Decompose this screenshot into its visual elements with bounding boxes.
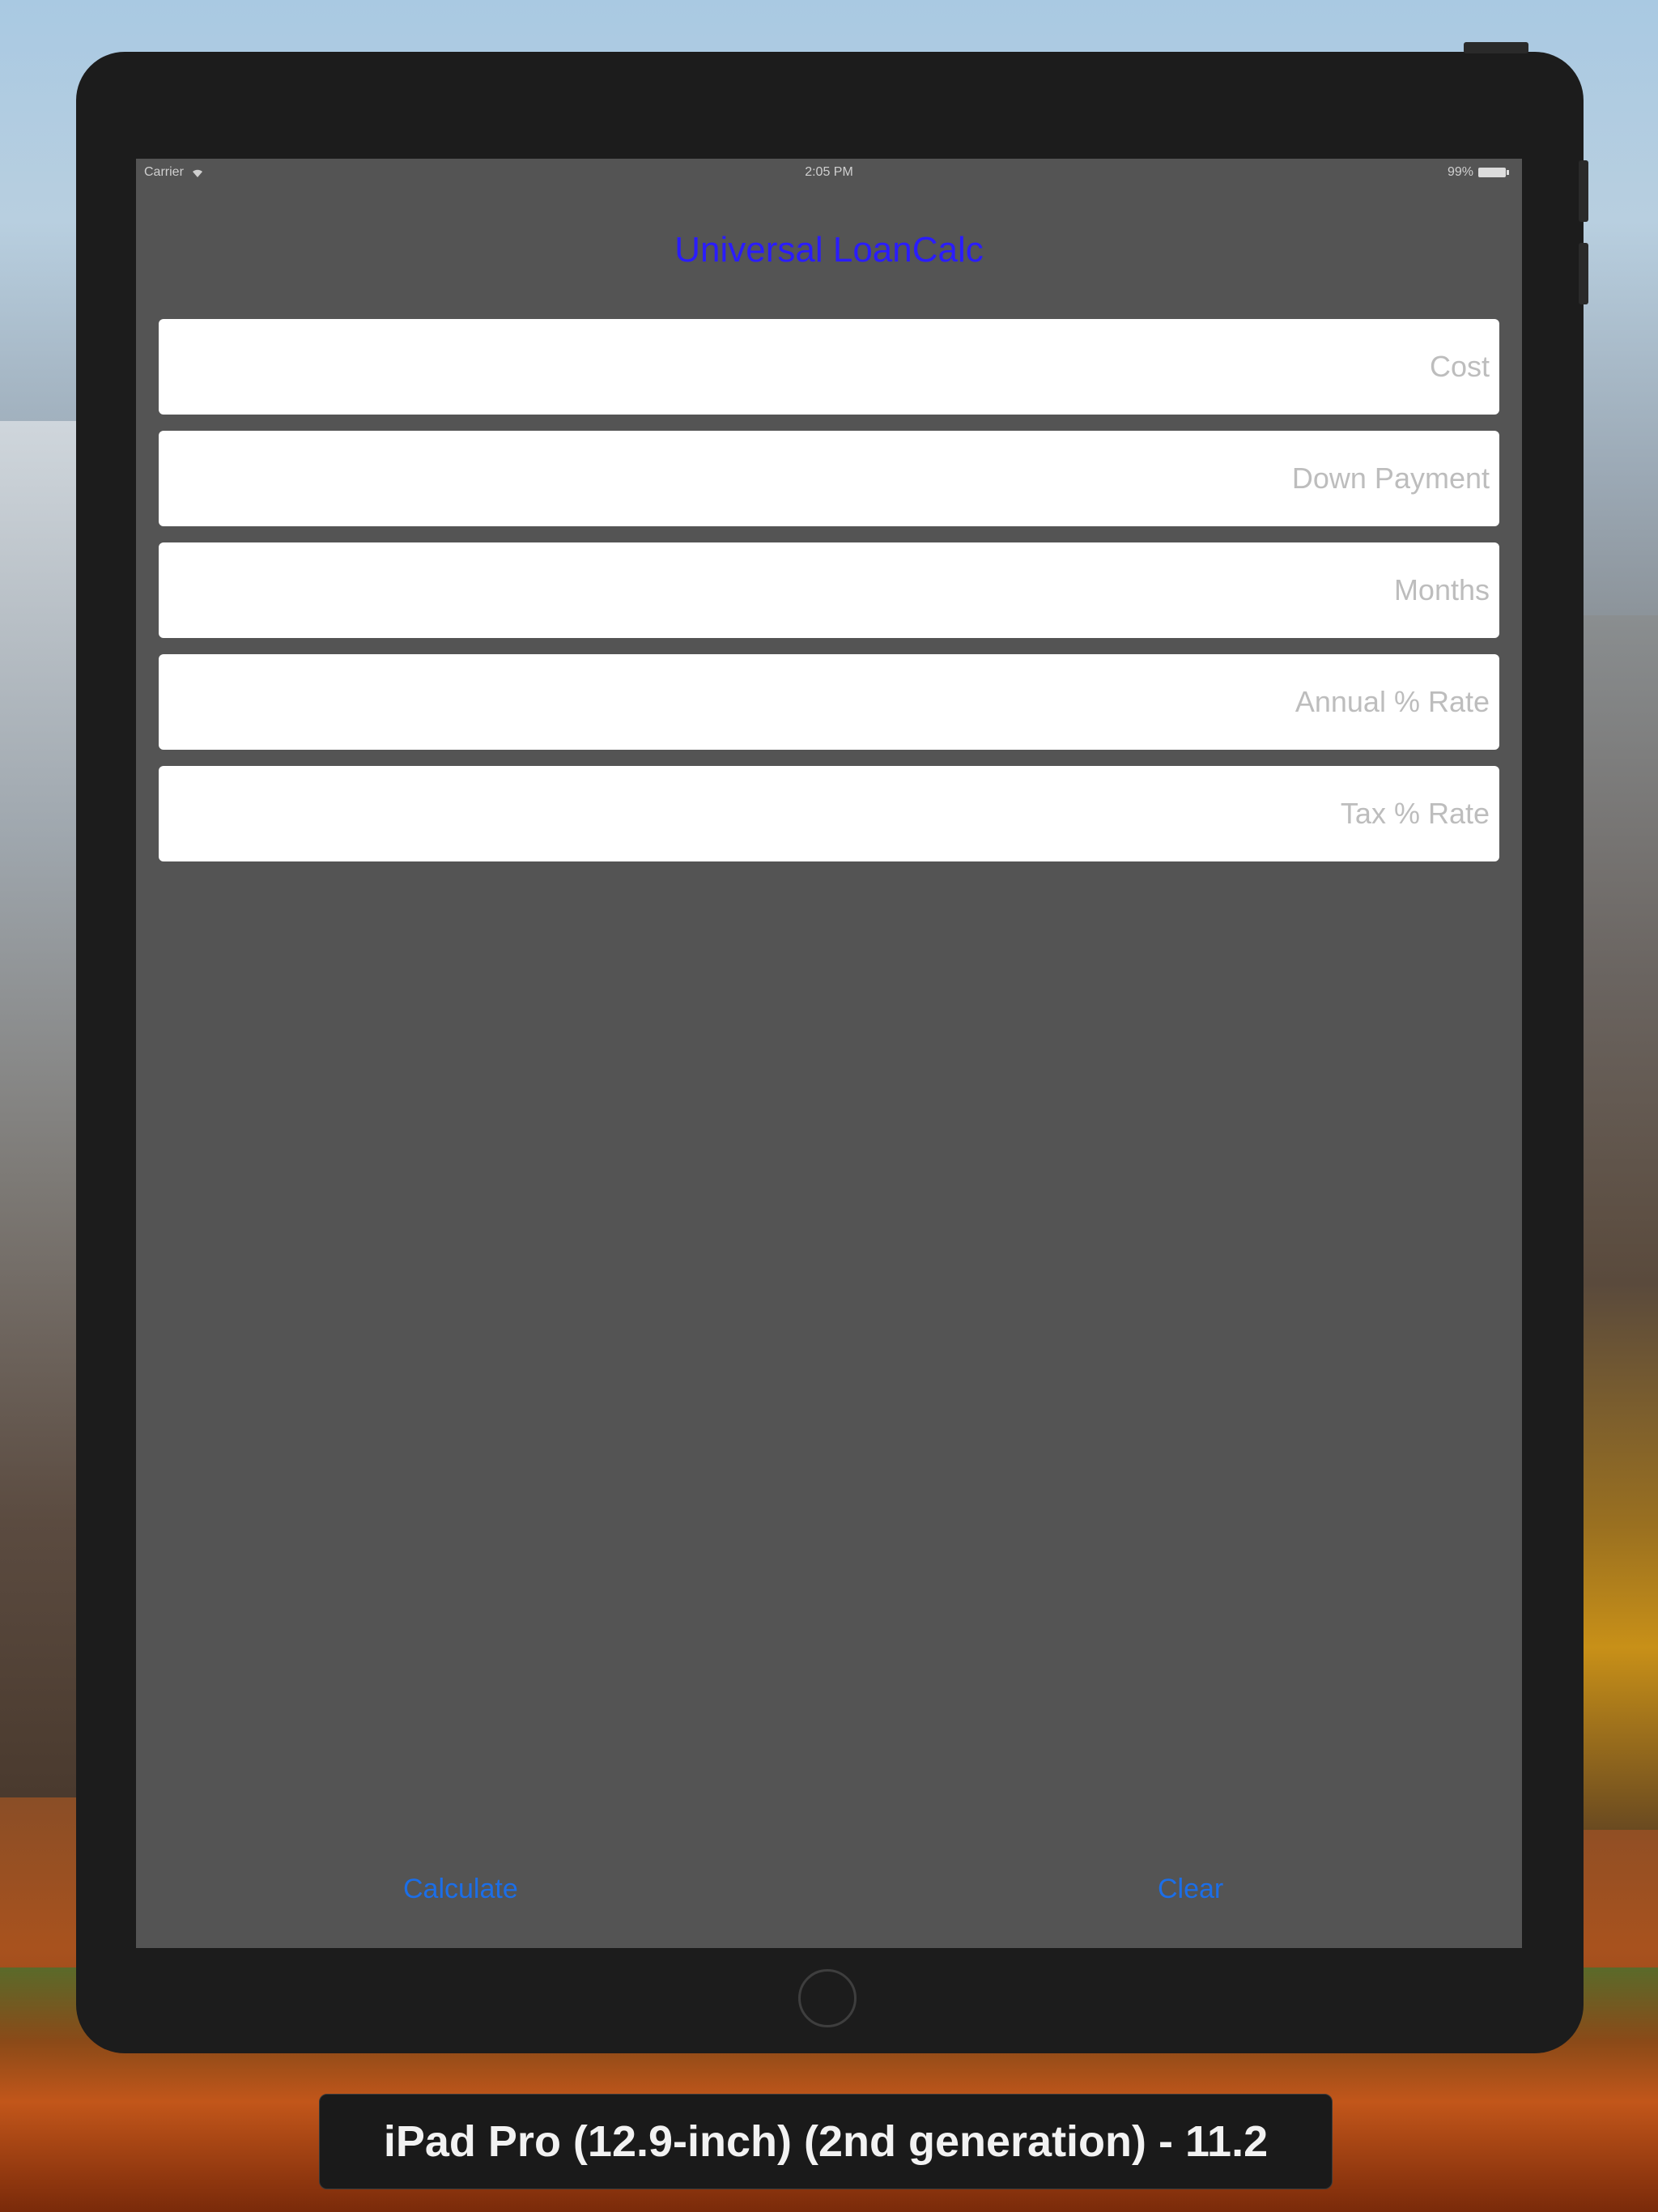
months-field[interactable] xyxy=(159,542,1499,638)
device-screen: Carrier 2:05 PM 99% Universal LoanCalc C… xyxy=(136,159,1522,1948)
cost-input[interactable] xyxy=(159,319,1499,415)
battery-percent: 99% xyxy=(1447,165,1473,179)
volume-down-button[interactable] xyxy=(1579,243,1588,304)
annual-rate-input[interactable] xyxy=(159,654,1499,750)
annual-rate-field[interactable] xyxy=(159,654,1499,750)
battery-icon xyxy=(1478,168,1509,177)
top-button[interactable] xyxy=(1464,42,1528,53)
cost-field[interactable] xyxy=(159,319,1499,415)
status-bar: Carrier 2:05 PM 99% xyxy=(136,159,1522,186)
simulator-device-label: iPad Pro (12.9-inch) (2nd generation) - … xyxy=(319,2094,1333,2189)
clear-button[interactable]: Clear xyxy=(1158,1874,1223,1905)
tax-rate-field[interactable] xyxy=(159,766,1499,861)
tax-rate-input[interactable] xyxy=(159,766,1499,861)
down-payment-field[interactable] xyxy=(159,431,1499,526)
home-button[interactable] xyxy=(798,1969,857,2027)
status-right: 99% xyxy=(1447,165,1509,180)
down-payment-input[interactable] xyxy=(159,431,1499,526)
calculate-button[interactable]: Calculate xyxy=(403,1874,518,1905)
volume-up-button[interactable] xyxy=(1579,160,1588,222)
app-title: Universal LoanCalc xyxy=(674,230,984,270)
status-time: 2:05 PM xyxy=(805,165,853,179)
months-input[interactable] xyxy=(159,542,1499,638)
